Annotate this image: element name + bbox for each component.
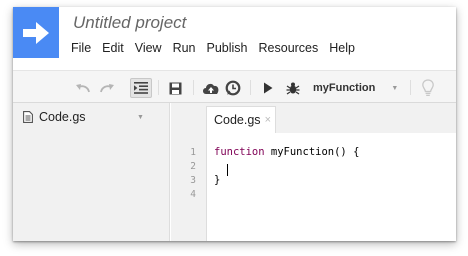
text-cursor [227,164,228,176]
arrow-right-icon [23,22,49,44]
indent-icon [134,82,148,94]
project-title[interactable]: Untitled project [73,13,186,33]
toolbar-divider [193,80,194,95]
code-line-1: function myFunction() { [214,146,359,158]
document-icon [23,111,33,123]
lightbulb-icon [422,79,434,96]
tab-label: Code.gs [214,113,261,127]
auto-indent-button[interactable] [130,78,152,98]
undo-icon [76,84,90,93]
keyword-token: function [214,146,265,158]
save-button[interactable] [164,78,186,98]
code-line-3: } [214,174,221,186]
menu-run[interactable]: Run [167,40,201,56]
toolbar: myFunction ▼ [13,70,456,103]
line-number: 2 [190,161,196,172]
function-select-label: myFunction [313,82,376,94]
menu-edit[interactable]: Edit [96,40,129,56]
cloud-upload-icon [203,83,219,94]
line-number-gutter: 1 2 3 4 [171,133,206,241]
debug-button[interactable] [283,78,303,98]
chevron-down-icon: ▼ [391,84,399,92]
code-token: myFunction() { [264,146,360,158]
menu-resources[interactable]: Resources [253,40,324,56]
file-sidebar: Code.gs ▼ [13,103,170,241]
redo-button[interactable] [97,78,117,98]
triggers-button[interactable] [222,78,244,98]
menu-view[interactable]: View [129,40,167,56]
run-button[interactable] [258,78,278,98]
undo-button[interactable] [73,78,93,98]
menu-help[interactable]: Help [323,40,360,56]
menu-publish[interactable]: Publish [201,40,253,56]
sidebar-file-label: Code.gs [39,110,86,124]
clock-trigger-icon [225,80,241,96]
debug-icon [286,82,300,95]
apps-script-logo[interactable] [13,7,59,58]
function-select[interactable]: myFunction ▼ [313,79,401,97]
editor-tab-bar: Code.gs × [206,103,456,133]
code-text-area[interactable]: function myFunction() { } [206,133,456,241]
line-number: 3 [190,175,196,186]
sidebar-file-code-gs[interactable]: Code.gs ▼ [13,103,169,131]
menu-file[interactable]: File [62,40,96,56]
menu-bar: File Edit View Run Publish Resources Hel… [62,40,360,56]
code-editor: 1 2 3 4 function myFunction() { } [171,133,456,241]
run-icon [264,82,273,94]
save-icon [169,82,181,94]
toolbar-divider [410,80,411,95]
tips-button[interactable] [418,78,438,98]
toolbar-divider [158,80,159,95]
script-editor-window: Untitled project File Edit View Run Publ… [13,7,456,241]
tab-code-gs[interactable]: Code.gs × [206,106,276,133]
close-icon[interactable]: × [265,114,271,126]
chevron-down-icon[interactable]: ▼ [137,114,144,121]
redo-icon [100,84,114,93]
line-number: 4 [190,189,196,200]
line-number: 1 [190,147,196,158]
deploy-button[interactable] [200,78,222,98]
toolbar-divider [250,80,251,95]
